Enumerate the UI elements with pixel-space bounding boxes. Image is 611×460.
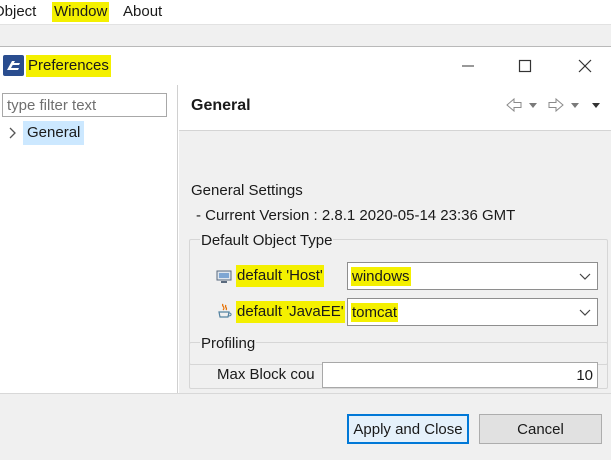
forward-dropdown-icon[interactable]	[571, 103, 579, 108]
minimize-icon[interactable]	[457, 55, 479, 77]
javaee-type-value: tomcat	[351, 303, 399, 322]
chevron-right-icon[interactable]	[6, 125, 20, 141]
host-type-select[interactable]: windows	[347, 262, 598, 290]
javaee-label: default 'JavaEE'	[236, 301, 345, 323]
filter-input[interactable]	[2, 93, 167, 117]
menu-window[interactable]: Window	[52, 2, 110, 22]
javaee-type-select[interactable]: tomcat	[347, 298, 598, 326]
page-navigation	[506, 97, 600, 113]
page-header: General	[179, 85, 611, 131]
dialog-title: Preferences	[26, 55, 111, 77]
group-label-object-type: Default Object Type	[200, 232, 334, 249]
current-version-text: - Current Version : 2.8.1 2020-05-14 23:…	[196, 207, 516, 224]
menu-bar: Object Window About	[0, 0, 611, 24]
max-block-label: Max Block cou	[217, 366, 315, 383]
dialog-footer: Apply and Close Cancel	[0, 393, 611, 460]
cancel-button[interactable]: Cancel	[479, 414, 602, 444]
max-block-input[interactable]	[322, 362, 598, 388]
back-dropdown-icon[interactable]	[529, 103, 537, 108]
preferences-page: General General Settings - Current Versi…	[179, 85, 611, 393]
preferences-dialog: Preferences General General	[0, 46, 611, 460]
menu-about[interactable]: About	[121, 2, 164, 22]
host-type-value: windows	[351, 267, 411, 286]
back-arrow-icon[interactable]	[506, 97, 522, 113]
group-label-profiling: Profiling	[200, 335, 257, 352]
close-icon[interactable]	[574, 55, 596, 77]
forward-arrow-icon[interactable]	[548, 97, 564, 113]
apply-and-close-button[interactable]: Apply and Close	[347, 414, 469, 444]
page-title: General	[191, 97, 251, 114]
chevron-down-icon	[579, 273, 591, 280]
host-label: default 'Host'	[236, 265, 324, 287]
view-menu-icon[interactable]	[592, 103, 600, 108]
general-settings-heading: General Settings	[191, 182, 303, 199]
preferences-nav-pane: General	[0, 85, 178, 393]
monitor-icon	[216, 270, 232, 283]
tree-item-label: General	[23, 121, 85, 145]
java-icon	[218, 303, 232, 318]
maximize-icon[interactable]	[514, 55, 536, 77]
app-toolbar-strip	[0, 24, 611, 46]
menu-object[interactable]: Object	[0, 2, 38, 22]
dialog-titlebar: Preferences	[0, 47, 611, 85]
app-logo-icon	[3, 55, 24, 76]
chevron-down-icon	[579, 309, 591, 316]
